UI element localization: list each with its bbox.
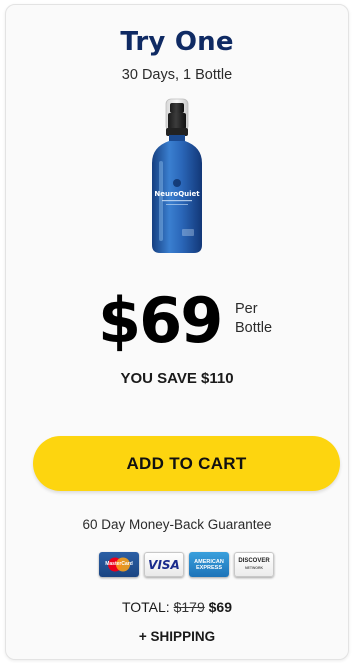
bottle-icon: NeuroQuiet [152,98,202,253]
visa-icon: VISA [144,552,184,577]
total-old-price: $179 [173,599,205,615]
price-block: $69 Per Bottle [6,283,348,363]
add-to-cart-button[interactable]: ADD TO CART [33,436,340,491]
visa-label: VISA [148,557,180,572]
total-line: TOTAL: $179 $69 [6,599,348,615]
price-unit-line2: Bottle [235,320,273,336]
bottle-label: NeuroQuiet [154,190,200,198]
amex-icon: AMERICAN EXPRESS [189,552,229,577]
guarantee-text: 60 Day Money-Back Guarantee [82,517,272,532]
discover-sublabel: NETWORK [244,565,264,570]
price-amount: $69 [98,284,223,357]
payment-methods: MasterCard VISA AMERICAN EXPRESS DISCOVE… [99,552,274,578]
price-unit: Per Bottle [235,300,272,338]
total-new-price: $69 [208,599,232,615]
shipping-text: + SHIPPING [138,629,216,644]
savings-text: YOU SAVE $110 [120,370,234,387]
total-label: TOTAL: [121,599,170,615]
discover-icon: DISCOVER NETWORK [234,552,274,577]
mastercard-icon: MasterCard [99,552,139,577]
price-unit-line1: Per [235,301,258,317]
discover-label: DISCOVER [238,557,270,564]
offer-card: Try One 30 Days, 1 Bottle NeuroQuiet $69… [5,4,349,660]
mastercard-label: MasterCard [105,561,133,567]
offer-title: Try One [120,27,234,57]
product-image: NeuroQuiet [6,97,348,262]
offer-subtitle: 30 Days, 1 Bottle [121,67,233,83]
amex-label-line2: EXPRESS [196,564,222,571]
